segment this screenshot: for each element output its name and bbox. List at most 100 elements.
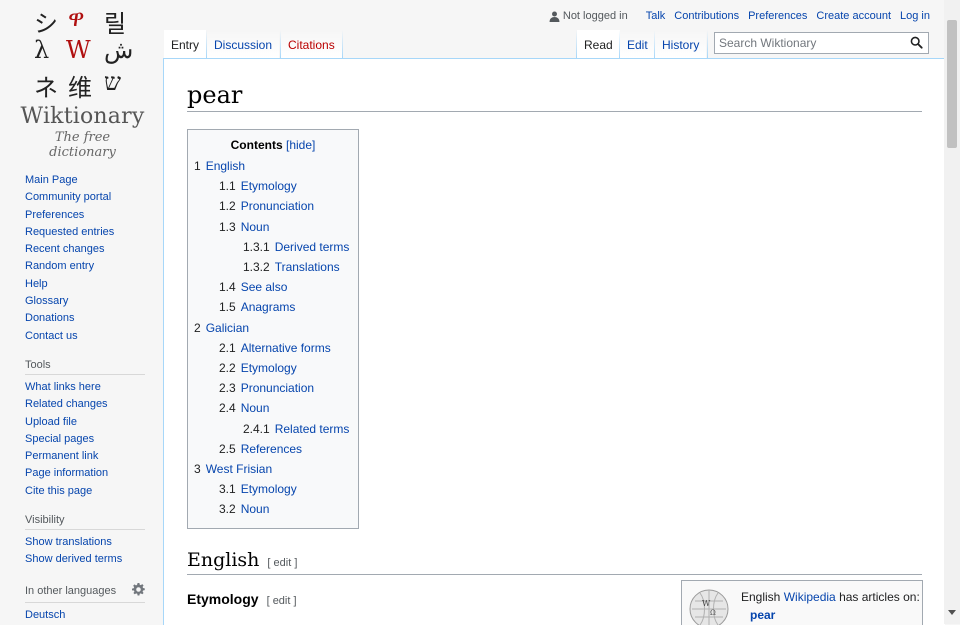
toc-item-number: 1.3.1 (243, 239, 270, 254)
personal-links: Talk Contributions Preferences Create accou… (637, 10, 930, 22)
sidebar-item-related-changes[interactable]: Related changes (25, 396, 155, 413)
toc-item-text: Noun (240, 502, 270, 517)
scroll-down-arrow-icon[interactable] (948, 602, 956, 620)
tab-discussion[interactable]: Discussion (207, 30, 280, 58)
tab-citations[interactable]: Citations (281, 30, 342, 58)
search-icon[interactable] (910, 36, 923, 54)
sidebar-item-donations[interactable]: Donations (25, 310, 155, 327)
personal-link-talk[interactable]: Talk (646, 10, 666, 22)
toc-item-number: 2.4.1 (243, 421, 270, 436)
toc-item-number: 1.2 (219, 199, 236, 214)
sidebar-item-permanent-link[interactable]: Permanent link (25, 448, 155, 465)
toc-item[interactable]: 2.1 Alternative forms (219, 340, 331, 356)
toc-item-text: West Frisian (205, 462, 273, 476)
page-scrollbar[interactable] (944, 0, 960, 624)
toc-item[interactable]: 1.4 See also (219, 279, 287, 295)
wikipedia-article-link[interactable]: pear (750, 608, 775, 622)
toc-item-number: 2.4 (219, 401, 236, 416)
not-logged-in-text: Not logged in (562, 10, 628, 22)
toc-item[interactable]: 2.2 Etymology (219, 360, 297, 376)
toc-item-text: Noun (240, 219, 270, 234)
wikipedia-prefix: English (741, 590, 781, 604)
sidebar-item-show-translations[interactable]: Show translations (25, 534, 155, 551)
toc-item-text: Etymology (240, 179, 297, 194)
toc-item-number: 1.3 (219, 219, 236, 234)
logo-glyph: シ (34, 10, 58, 38)
sidebar-item-what-links-here[interactable]: What links here (25, 379, 155, 396)
toc-item[interactable]: 1.1 Etymology (219, 178, 297, 194)
wikipedia-box-text: English Wikipedia has articles on: pear (741, 588, 921, 624)
english-heading-text: English (187, 549, 260, 571)
sidebar-item-cite-this-page[interactable]: Cite this page (25, 483, 155, 500)
toc-item[interactable]: 3 West Frisian (194, 461, 272, 477)
etymology-heading-text: Etymology (187, 591, 259, 607)
sidebar-item-glossary[interactable]: Glossary (25, 293, 155, 310)
tab-entry[interactable]: Entry (164, 30, 207, 58)
toc-item-text: Pronunciation (240, 199, 315, 214)
sidebar-item-requested-entries[interactable]: Requested entries (25, 224, 155, 241)
toc-item-number: 1 (194, 159, 201, 173)
tab-edit[interactable]: Edit (620, 30, 655, 58)
sidebar-item-show-derived-terms[interactable]: Show derived terms (25, 551, 155, 568)
sidebar-item-contact-us[interactable]: Contact us (25, 328, 155, 345)
edit-section-link[interactable]: [ edit ] (267, 557, 297, 569)
toc-title: Contents (230, 138, 283, 152)
sidebar-item-page-information[interactable]: Page information (25, 465, 155, 482)
page-title: pear (187, 81, 922, 112)
personal-link-preferences[interactable]: Preferences (748, 10, 807, 22)
sidebar-languages: Deutsch (25, 607, 155, 624)
toc-item[interactable]: 2.3 Pronunciation (219, 380, 314, 396)
toc-item-number: 2.5 (219, 441, 236, 456)
sidebar-item-help[interactable]: Help (25, 276, 155, 293)
sidebar-item-community-portal[interactable]: Community portal (25, 189, 155, 206)
search-box (714, 32, 929, 54)
sidebar-item-special-pages[interactable]: Special pages (25, 431, 155, 448)
sidebar-item-deutsch[interactable]: Deutsch (25, 607, 155, 624)
languages-heading-label: In other languages (25, 584, 117, 597)
sidebar-item-preferences[interactable]: Preferences (25, 207, 155, 224)
gear-icon[interactable] (132, 582, 145, 599)
toc-item[interactable]: 3.1 Etymology (219, 481, 297, 497)
toc-item[interactable]: 1.3 Noun (219, 219, 269, 235)
svg-text:Ω: Ω (710, 609, 716, 617)
scrollbar-thumb[interactable] (947, 20, 957, 148)
toc-item-text: English (205, 159, 246, 173)
personal-link-contributions[interactable]: Contributions (674, 10, 739, 22)
toc-item[interactable]: 1.3.1 Derived terms (243, 239, 349, 255)
sidebar-item-upload-file[interactable]: Upload file (25, 414, 155, 431)
sidebar-item-random-entry[interactable]: Random entry (25, 258, 155, 275)
toc-item[interactable]: 2.5 References (219, 441, 302, 457)
table-of-contents: Contents [hide] 1 English 1.1 Etymology 1.2 P… (187, 129, 359, 529)
toc-hide-toggle[interactable]: [hide] (286, 138, 315, 152)
tab-history[interactable]: History (655, 30, 707, 58)
toc-item[interactable]: 1.5 Anagrams (219, 299, 295, 315)
toc-item[interactable]: 2 Galician (194, 320, 249, 336)
toc-item[interactable]: 2.4 Noun (219, 400, 269, 416)
toc-item[interactable]: 3.2 Noun (219, 501, 269, 517)
tab-read[interactable]: Read (577, 30, 620, 58)
search-input[interactable] (715, 33, 903, 53)
toc-item-number: 1.5 (219, 300, 236, 315)
toc-item-number: 1.3.2 (243, 260, 270, 274)
toc-item[interactable]: 1.3.2 Translations (243, 259, 340, 275)
personal-link-log-in[interactable]: Log in (900, 10, 930, 22)
toc-item-text: Pronunciation (240, 381, 315, 396)
edit-section-link[interactable]: [ edit ] (267, 595, 297, 607)
sidebar-item-main-page[interactable]: Main Page (25, 172, 155, 189)
toc-item-text: Derived terms (274, 239, 350, 254)
toc-item-number: 3.2 (219, 502, 236, 517)
logo-glyph: W (66, 36, 91, 64)
toc-item[interactable]: 1 English (194, 158, 245, 174)
wikipedia-link[interactable]: Wikipedia (784, 590, 836, 604)
logo-glyph: λ (34, 36, 50, 64)
toc-item[interactable]: 1.2 Pronunciation (219, 198, 314, 214)
site-logo[interactable]: シዋ릴 λWش ネ维ש Wiktionary The free dictionary (20, 4, 145, 160)
toc-item-number: 2.1 (219, 340, 236, 355)
sidebar-item-recent-changes[interactable]: Recent changes (25, 241, 155, 258)
toc-item[interactable]: 2.4.1 Related terms (243, 421, 349, 437)
sidebar-heading-tools: Tools (25, 359, 145, 375)
personal-link-create-account[interactable]: Create account (816, 10, 891, 22)
toc-item-text: Alternative forms (240, 340, 331, 355)
logo-glyph: ש (104, 68, 121, 96)
toc-item-number: 2.3 (219, 381, 236, 396)
